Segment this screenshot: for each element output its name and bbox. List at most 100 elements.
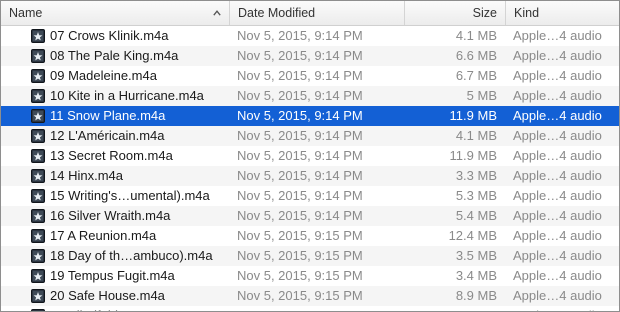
audio-file-icon: [31, 289, 45, 303]
file-date-modified: Nov 5, 2015, 9:14 PM: [237, 168, 363, 183]
file-kind: Apple…4 audio: [513, 48, 602, 63]
audio-file-icon: [31, 149, 45, 163]
file-name-cell: 19 Tempus Fugit.m4a: [1, 266, 229, 286]
audio-file-icon: [31, 189, 45, 203]
file-size: 12.4 MB: [448, 228, 497, 243]
file-date-modified: Nov 5, 2015, 9:15 PM: [237, 228, 363, 243]
file-name-label: 12 L'Américain.m4a: [50, 128, 165, 143]
column-header-kind-label: Kind: [514, 6, 540, 20]
column-header-date-label: Date Modified: [238, 6, 316, 20]
file-name-label: 21 Blindfold.m4a: [50, 306, 147, 311]
file-size: 3.5 MB: [455, 248, 497, 263]
file-name-cell: 20 Safe House.m4a: [1, 286, 229, 306]
file-name-label: 10 Kite in a Hurricane.m4a: [50, 88, 204, 103]
file-size: 11.9 MB: [449, 108, 497, 123]
file-size: 11.9 MB: [449, 148, 497, 163]
file-name-cell: 09 Madeleine.m4a: [1, 66, 229, 86]
file-size: 3.4 MB: [455, 268, 497, 283]
file-name-label: 07 Crows Klinik.m4a: [50, 28, 169, 43]
file-row[interactable]: 15 Writing's…umental).m4a Nov 5, 2015, 9:…: [1, 186, 619, 206]
finder-list-view: Name Date Modified Size Kind 07 Crows Kl…: [0, 0, 620, 312]
file-name-label: 20 Safe House.m4a: [50, 288, 165, 303]
file-kind: Apple…4 audio: [513, 28, 602, 43]
audio-file-icon: [31, 29, 45, 43]
audio-file-icon: [31, 229, 45, 243]
file-size: 4.1 MB: [455, 128, 497, 143]
audio-file-icon: [31, 169, 45, 183]
file-name-cell: 18 Day of th…ambuco).m4a: [1, 246, 229, 266]
file-row[interactable]: 07 Crows Klinik.m4a Nov 5, 2015, 9:14 PM 4…: [1, 26, 619, 46]
file-size: 4.1 MB: [455, 28, 497, 43]
file-kind: Apple…4 audio: [513, 188, 602, 203]
file-kind: Apple…4 audio: [513, 108, 602, 123]
file-row[interactable]: 12 L'Américain.m4a Nov 5, 2015, 9:14 PM 4.…: [1, 126, 619, 146]
column-header-kind[interactable]: Kind: [505, 1, 619, 25]
file-date-modified: Nov 5, 2015, 9:14 PM: [237, 188, 363, 203]
file-name-cell: 11 Snow Plane.m4a: [1, 106, 229, 126]
column-header-size[interactable]: Size: [404, 1, 505, 25]
file-name-cell: 17 A Reunion.m4a: [1, 226, 229, 246]
file-row[interactable]: 21 Blindfold.m4a Nov 5, 2015, 9:15 PM3.7 …: [1, 306, 619, 311]
file-row[interactable]: 19 Tempus Fugit.m4a Nov 5, 2015, 9:15 PM 3…: [1, 266, 619, 286]
file-row[interactable]: 13 Secret Room.m4a Nov 5, 2015, 9:14 PM 11…: [1, 146, 619, 166]
audio-file-icon: [31, 49, 45, 63]
file-kind: Apple…4 audio: [513, 268, 602, 283]
file-row[interactable]: 20 Safe House.m4a Nov 5, 2015, 9:15 PM 8.9…: [1, 286, 619, 306]
file-name-label: 15 Writing's…umental).m4a: [50, 188, 210, 203]
file-kind: Apple…4 audio: [513, 128, 602, 143]
audio-file-icon: [31, 69, 45, 83]
file-name-cell: 12 L'Américain.m4a: [1, 126, 229, 146]
column-header-size-label: Size: [472, 6, 497, 20]
file-date-modified: Nov 5, 2015, 9:14 PM: [237, 68, 363, 83]
file-date-modified: Nov 5, 2015, 9:14 PM: [237, 48, 363, 63]
file-kind: Apple…4 audio: [513, 228, 602, 243]
file-kind: Apple…4 audio: [513, 208, 602, 223]
file-name-cell: 08 The Pale King.m4a: [1, 46, 229, 66]
file-list: 07 Crows Klinik.m4a Nov 5, 2015, 9:14 PM 4…: [1, 26, 619, 311]
file-size: 5.4 MB: [455, 208, 497, 223]
file-name-cell: 15 Writing's…umental).m4a: [1, 186, 229, 206]
file-kind: Apple…4 audio: [513, 248, 602, 263]
file-date-modified: Nov 5, 2015, 9:14 PM: [237, 208, 363, 223]
file-row[interactable]: 11 Snow Plane.m4a Nov 5, 2015, 9:14 PM 11.…: [1, 106, 619, 126]
file-kind: Apple…4 audio: [513, 148, 602, 163]
file-name-cell: 21 Blindfold.m4a: [1, 306, 229, 311]
column-header-name[interactable]: Name: [1, 1, 229, 25]
file-size: 5 MB: [466, 88, 497, 103]
file-size: 6.6 MB: [455, 48, 497, 63]
file-kind: Apple…4 audio: [505, 306, 619, 311]
audio-file-icon: [31, 109, 45, 123]
file-date-modified: Nov 5, 2015, 9:15 PM: [237, 248, 363, 263]
column-header-name-label: Name: [9, 6, 43, 20]
file-name-cell: 13 Secret Room.m4a: [1, 146, 229, 166]
file-row[interactable]: 17 A Reunion.m4a Nov 5, 2015, 9:15 PM 12.4…: [1, 226, 619, 246]
file-date-modified: Nov 5, 2015, 9:15 PM: [229, 306, 404, 311]
file-kind: Apple…4 audio: [513, 288, 602, 303]
file-kind: Apple…4 audio: [513, 168, 602, 183]
sort-ascending-chevron-icon[interactable]: [213, 10, 221, 16]
file-name-label: 09 Madeleine.m4a: [50, 68, 157, 83]
file-date-modified: Nov 5, 2015, 9:14 PM: [237, 148, 363, 163]
file-size: 8.9 MB: [455, 288, 497, 303]
column-header-date-modified[interactable]: Date Modified: [229, 1, 404, 25]
file-name-cell: 10 Kite in a Hurricane.m4a: [1, 86, 229, 106]
audio-file-icon: [31, 269, 45, 283]
file-row[interactable]: 10 Kite in a Hurricane.m4a Nov 5, 2015, 9…: [1, 86, 619, 106]
file-date-modified: Nov 5, 2015, 9:15 PM: [237, 288, 363, 303]
file-size: 3.7 MB: [404, 306, 505, 311]
file-date-modified: Nov 5, 2015, 9:14 PM: [237, 128, 363, 143]
audio-file-icon: [31, 89, 45, 103]
file-row[interactable]: 08 The Pale King.m4a Nov 5, 2015, 9:14 PM…: [1, 46, 619, 66]
file-size: 5.3 MB: [455, 188, 497, 203]
file-row[interactable]: 16 Silver Wraith.m4a Nov 5, 2015, 9:14 PM…: [1, 206, 619, 226]
file-name-label: 18 Day of th…ambuco).m4a: [50, 248, 213, 263]
audio-file-icon: [31, 249, 45, 263]
file-name-label: 17 A Reunion.m4a: [50, 228, 157, 243]
file-name-label: 16 Silver Wraith.m4a: [50, 208, 171, 223]
file-date-modified: Nov 5, 2015, 9:14 PM: [237, 28, 363, 43]
file-name-label: 19 Tempus Fugit.m4a: [50, 268, 175, 283]
file-row[interactable]: 09 Madeleine.m4a Nov 5, 2015, 9:14 PM 6.7 …: [1, 66, 619, 86]
audio-file-icon: [31, 129, 45, 143]
file-row[interactable]: 18 Day of th…ambuco).m4a Nov 5, 2015, 9:1…: [1, 246, 619, 266]
file-row[interactable]: 14 Hinx.m4a Nov 5, 2015, 9:14 PM 3.3 MB App…: [1, 166, 619, 186]
